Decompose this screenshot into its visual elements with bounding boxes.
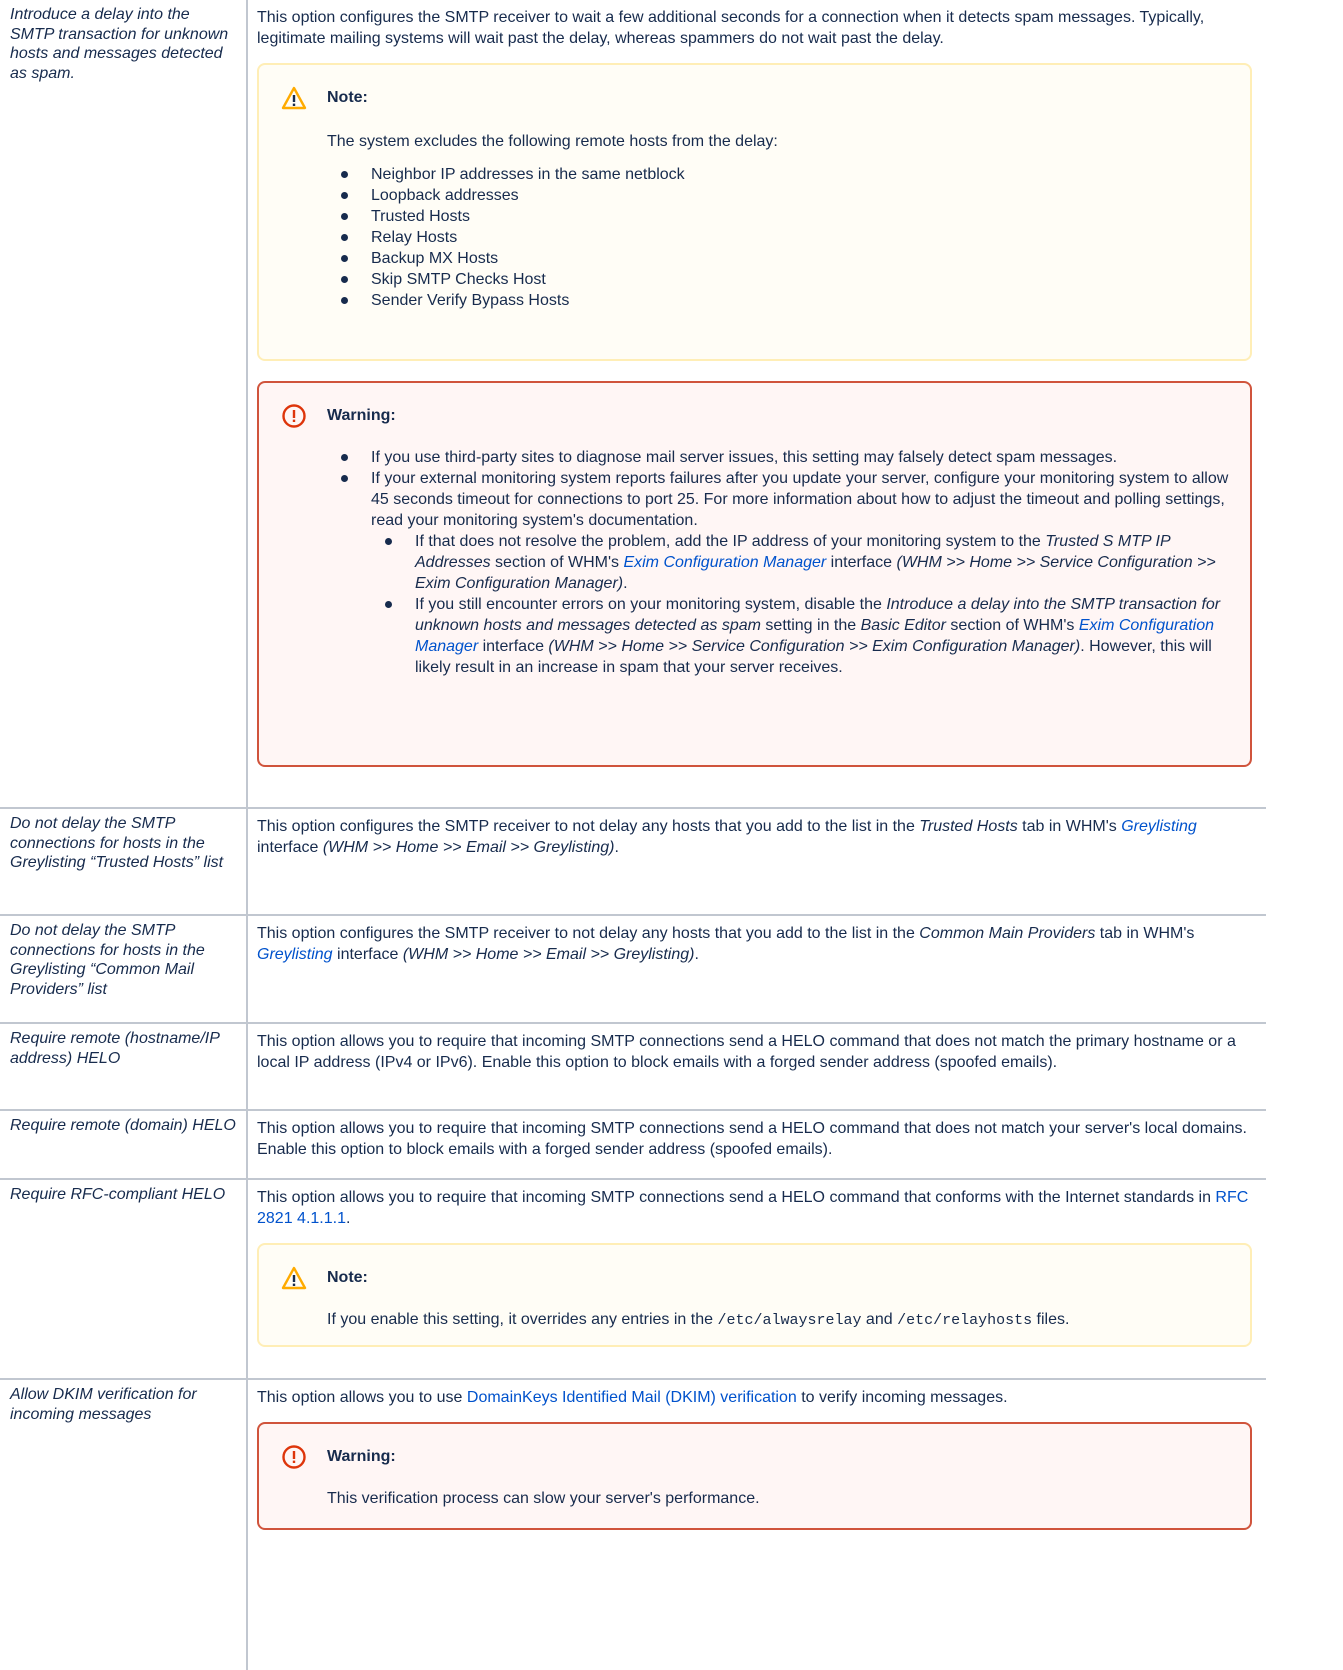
list-item: Relay Hosts (341, 227, 1230, 248)
note-title: Note: (327, 89, 368, 106)
description-text: This option allows you to require that i… (257, 1189, 1249, 1227)
table-row: Require remote (hostname/IP address) HEL… (0, 1022, 1266, 1111)
warning-panel: Warning: This verification process can s… (257, 1422, 1252, 1530)
code-path: /etc/relayhosts (897, 1312, 1033, 1329)
list-item-text: If your external monitoring system repor… (371, 470, 1229, 529)
page: Introduce a delay into the SMTP transact… (0, 0, 1343, 1670)
description-text: This option configures the SMTP receiver… (257, 818, 1197, 856)
warning-triangle-icon (281, 86, 307, 110)
list-item: Trusted Hosts (341, 206, 1230, 227)
list-item: Backup MX Hosts (341, 248, 1230, 269)
table-row: Allow DKIM verification for incoming mes… (0, 1378, 1266, 1670)
description-text: This option allows you to require that i… (257, 1033, 1236, 1071)
exim-config-link[interactable]: Exim Configuration Manager (623, 554, 826, 571)
error-circle-icon (282, 404, 306, 428)
table-row: Require RFC-compliant HELO This option a… (0, 1178, 1266, 1380)
warning-body: If you use third-party sites to diagnose… (259, 383, 1250, 698)
description-text: This option allows you to use DomainKeys… (257, 1389, 1008, 1406)
greylisting-link[interactable]: Greylisting (257, 946, 333, 963)
note-panel: Note: The system excludes the following … (257, 63, 1252, 361)
note-intro: The system excludes the following remote… (327, 133, 778, 150)
list-item: Neighbor IP addresses in the same netblo… (341, 164, 1230, 185)
table-row: Introduce a delay into the SMTP transact… (0, 0, 1266, 809)
description-text: This option configures the SMTP receiver… (257, 9, 1205, 47)
option-label: Require remote (hostname/IP address) HEL… (0, 1022, 248, 1111)
option-description: This option allows you to use DomainKeys… (246, 1378, 1266, 1670)
option-label: Do not delay the SMTP connections for ho… (0, 807, 248, 916)
note-body: If you enable this setting, it overrides… (259, 1245, 1250, 1351)
excluded-hosts-list: Neighbor IP addresses in the same netblo… (327, 164, 1230, 311)
list-item: Loopback addresses (341, 185, 1230, 206)
list-item: If you still encounter errors on your mo… (385, 594, 1230, 678)
error-circle-icon (282, 1445, 306, 1469)
option-description: This option configures the SMTP receiver… (246, 807, 1266, 916)
warning-title: Warning: (327, 1448, 396, 1465)
table-row: Do not delay the SMTP connections for ho… (0, 807, 1266, 916)
list-item: If that does not resolve the problem, ad… (385, 531, 1230, 594)
warning-title: Warning: (327, 407, 396, 424)
option-label: Require RFC-compliant HELO (0, 1178, 248, 1380)
option-label: Allow DKIM verification for incoming mes… (0, 1378, 248, 1670)
option-label: Introduce a delay into the SMTP transact… (0, 0, 248, 809)
dkim-link[interactable]: DomainKeys Identified Mail (DKIM) verifi… (467, 1389, 797, 1406)
list-item: Sender Verify Bypass Hosts (341, 290, 1230, 311)
list-item: If you use third-party sites to diagnose… (341, 447, 1230, 468)
description-text: This option configures the SMTP receiver… (257, 925, 1195, 963)
options-table: Introduce a delay into the SMTP transact… (0, 0, 1266, 1670)
note-panel: Note: If you enable this setting, it ove… (257, 1243, 1252, 1347)
option-description: This option configures the SMTP receiver… (246, 914, 1266, 1024)
warning-triangle-icon (281, 1266, 307, 1290)
option-label: Require remote (domain) HELO (0, 1109, 248, 1180)
warning-sublist: If that does not resolve the problem, ad… (371, 531, 1230, 678)
note-text: If you enable this setting, it overrides… (327, 1311, 1070, 1329)
option-description: This option allows you to require that i… (246, 1022, 1266, 1111)
table-row: Require remote (domain) HELO This option… (0, 1109, 1266, 1180)
option-label: Do not delay the SMTP connections for ho… (0, 914, 248, 1024)
code-path: /etc/alwaysrelay (717, 1312, 862, 1329)
list-item: Skip SMTP Checks Host (341, 269, 1230, 290)
warning-panel: Warning: If you use third-party sites to… (257, 381, 1252, 767)
list-item: If your external monitoring system repor… (341, 468, 1230, 678)
warning-text: This verification process can slow your … (327, 1490, 760, 1507)
greylisting-link[interactable]: Greylisting (1121, 818, 1197, 835)
table-row: Do not delay the SMTP connections for ho… (0, 914, 1266, 1024)
option-description: This option allows you to require that i… (246, 1109, 1266, 1180)
warning-body: This verification process can slow your … (259, 1424, 1250, 1529)
option-description: This option allows you to require that i… (246, 1178, 1266, 1380)
note-title: Note: (327, 1269, 368, 1286)
note-body: The system excludes the following remote… (259, 65, 1250, 331)
description-text: This option allows you to require that i… (257, 1120, 1247, 1158)
warning-list: If you use third-party sites to diagnose… (327, 447, 1230, 678)
option-description: This option configures the SMTP receiver… (246, 0, 1266, 809)
